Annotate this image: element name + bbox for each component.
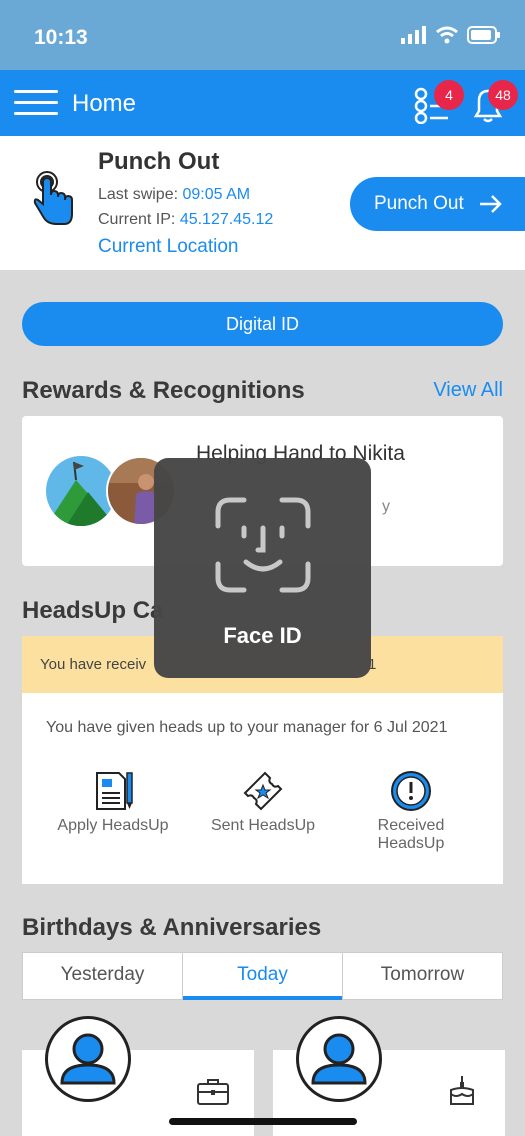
received-headsup-label-line2: HeadsUp: [377, 835, 445, 852]
face-id-label: Face ID: [223, 623, 302, 648]
alert-clock-icon: [391, 771, 431, 811]
briefcase-icon: [197, 1079, 229, 1105]
current-ip-label: Current IP:: [98, 211, 176, 228]
current-ip-row: Current IP: 45.127.45.12: [98, 211, 273, 229]
tasks-button[interactable]: 4: [414, 80, 464, 125]
user-icon: [60, 1033, 116, 1085]
last-swipe-label: Last swipe:: [98, 186, 179, 203]
apply-headsup-label: Apply HeadsUp: [57, 817, 169, 834]
sent-headsup-label: Sent HeadsUp: [210, 817, 316, 834]
apply-headsup-button[interactable]: Apply HeadsUp: [52, 769, 174, 835]
tasks-badge: 4: [434, 80, 464, 110]
punch-out-button[interactable]: Punch Out: [350, 177, 525, 231]
view-all-link[interactable]: View All: [433, 379, 503, 402]
signal-icon: [401, 26, 426, 44]
last-swipe-row: Last swipe: 09:05 AM: [98, 186, 250, 204]
tab-yesterday[interactable]: Yesterday: [23, 953, 183, 999]
battery-icon: [467, 26, 500, 44]
user-icon: [311, 1033, 367, 1085]
received-headsup-label-line1: Received: [377, 817, 445, 834]
punch-card: Punch Out Last swipe: 09:05 AM Current I…: [0, 136, 525, 270]
reward-card-subtitle: y: [382, 498, 390, 515]
birthdays-section-title: Birthdays & Anniversaries: [22, 914, 322, 941]
status-time: 10:13: [34, 26, 88, 49]
status-bar: 10:13: [0, 0, 525, 70]
punch-title: Punch Out: [98, 148, 220, 175]
face-id-icon: [215, 497, 311, 593]
notifications-badge: 48: [488, 80, 518, 110]
punch-out-button-label: Punch Out: [374, 193, 464, 214]
document-pen-icon: [96, 772, 133, 810]
current-location-link[interactable]: Current Location: [98, 236, 238, 258]
current-ip-value: 45.127.45.12: [179, 211, 274, 228]
headsup-card: You have given heads up to your manager …: [22, 693, 503, 884]
sent-headsup-button[interactable]: Sent HeadsUp: [202, 769, 324, 835]
birthday-tabs: Yesterday Today Tomorrow: [22, 952, 503, 1000]
headsup-banner-text: You have receiv: [40, 656, 147, 673]
face-id-overlay: Face ID: [154, 458, 371, 678]
rewards-section-title: Rewards & Recognitions: [22, 377, 305, 404]
avatar[interactable]: [296, 1016, 382, 1102]
digital-id-button[interactable]: Digital ID: [22, 302, 503, 346]
arrow-right-icon: [480, 195, 502, 213]
ticket-star-icon: [243, 771, 283, 811]
headsup-info-text: You have given heads up to your manager …: [46, 719, 448, 736]
headsup-section-title: HeadsUp Ca: [22, 597, 164, 624]
hamburger-menu-icon[interactable]: [14, 90, 58, 118]
last-swipe-value: 09:05 AM: [182, 186, 251, 203]
app-bar: Home 4 48: [0, 70, 525, 136]
page-title: Home: [72, 90, 137, 117]
wifi-icon: [436, 26, 458, 44]
touch-hand-icon: [33, 171, 73, 225]
tab-today[interactable]: Today: [183, 953, 343, 1000]
cake-icon: [450, 1076, 474, 1105]
notifications-button[interactable]: 48: [470, 80, 518, 124]
tab-tomorrow[interactable]: Tomorrow: [343, 953, 502, 999]
home-indicator[interactable]: [169, 1118, 357, 1125]
received-headsup-button[interactable]: Received HeadsUp: [350, 769, 472, 853]
avatar[interactable]: [45, 1016, 131, 1102]
status-icons: [401, 26, 501, 44]
